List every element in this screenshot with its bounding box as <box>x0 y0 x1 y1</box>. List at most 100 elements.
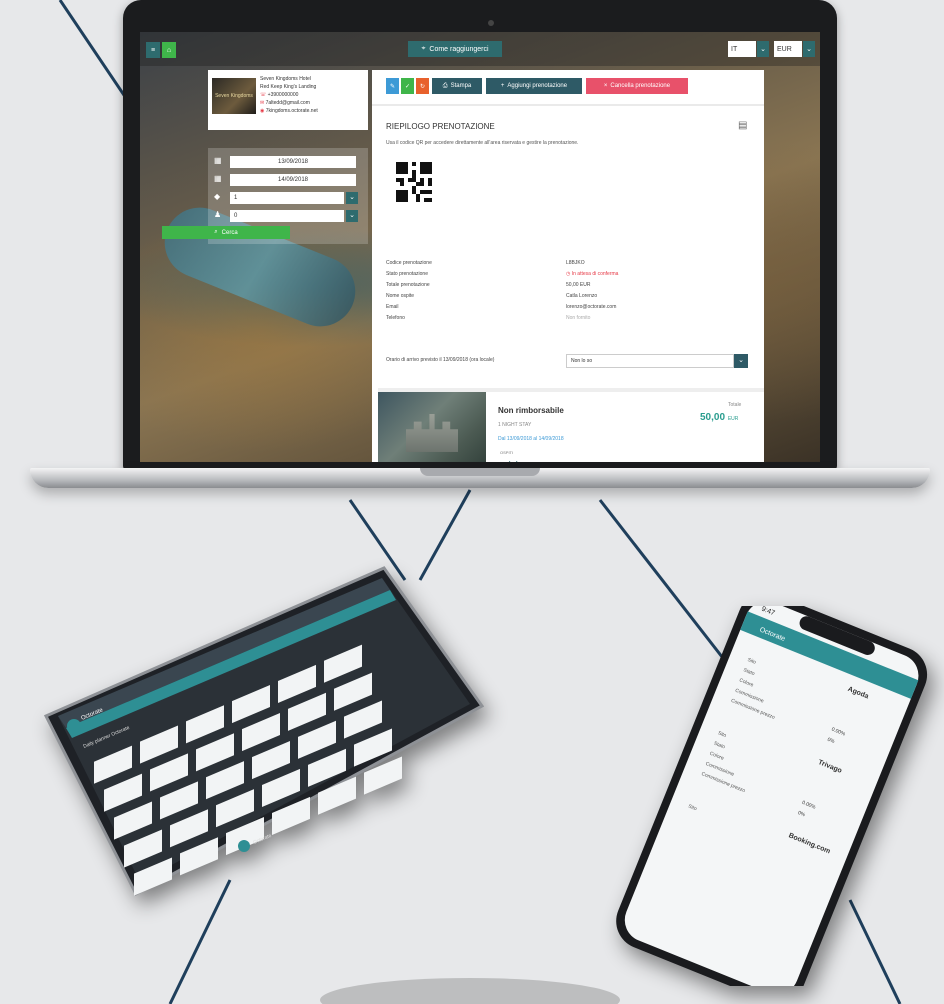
hotel-address: Red Keep King's Landing <box>260 84 317 90</box>
room-guests-label: OSPITI <box>500 450 514 455</box>
summary-field-label: Nome ospite <box>386 293 415 299</box>
hotel-website-text: 7kingdoms.octorate.net <box>265 108 318 114</box>
confirm-button[interactable]: ✓ <box>401 78 414 94</box>
room-card: Non rimborsabile 1 NIGHT STAY Dal 13/09/… <box>378 388 764 462</box>
summary-field-value: lorenzo@octorate.com <box>566 304 617 310</box>
arrival-dropdown-button[interactable]: ⌄ <box>734 354 748 368</box>
menu-icon: ≡ <box>150 46 156 54</box>
chevron-down-icon: ⌄ <box>349 194 355 201</box>
refresh-button[interactable]: ↻ <box>416 78 429 94</box>
add-booking-label: Aggiungi prenotazione <box>507 83 568 89</box>
home-icon: ⌂ <box>166 46 172 54</box>
currency-value: EUR <box>777 45 792 53</box>
chevron-down-icon: ⌄ <box>738 357 744 364</box>
chevron-down-icon: ⌄ <box>806 46 812 53</box>
print-button[interactable]: ⎙ Stampa <box>432 78 482 94</box>
laptop-camera <box>488 20 494 26</box>
menu-button[interactable]: ≡ <box>146 42 160 58</box>
guests-dropdown-button[interactable]: ⌄ <box>346 210 358 222</box>
hotel-phone-text: +3900000000 <box>267 92 299 98</box>
summary-field-label: Codice prenotazione <box>386 260 432 266</box>
tablet-logo <box>67 719 81 733</box>
checkin-field[interactable]: 13/09/2018 <box>230 156 356 168</box>
rooms-dropdown-button[interactable]: ⌄ <box>346 192 358 204</box>
summary-field-value: Non fornito <box>566 315 591 321</box>
guests-icon: ♟♟ <box>506 460 520 462</box>
person-icon: ♟ <box>214 210 222 219</box>
qr-code <box>396 162 432 202</box>
room-icon: ◆ <box>214 192 221 201</box>
edit-button[interactable]: ✎ <box>386 78 399 94</box>
language-select[interactable]: IT <box>728 41 756 57</box>
summary-field-label: Telefono <box>386 315 405 321</box>
phone-device: 9:47 Octorate Agoda Sito Stato Colore Commis… <box>602 592 932 1004</box>
plus-icon: + <box>500 83 505 89</box>
summary-field-value: ◷ In attesa di conferma <box>566 271 619 277</box>
hotel-website[interactable]: ◉ 7kingdoms.octorate.net <box>260 108 318 114</box>
laptop-notch <box>420 468 540 476</box>
summary-field-label: Totale prenotazione <box>386 282 430 288</box>
checkout-field[interactable]: 14/09/2018 <box>230 174 356 186</box>
summary-field-value: 50,00 EUR <box>566 282 591 288</box>
search-button-label: Cerca <box>221 229 238 236</box>
chevron-down-icon: ⌄ <box>760 46 766 53</box>
divider <box>372 104 764 106</box>
refresh-icon: ↻ <box>419 83 426 90</box>
castle-illustration <box>406 414 458 452</box>
home-button[interactable]: ⌂ <box>162 42 176 58</box>
print-label: Stampa <box>450 83 472 89</box>
tablet-footer-logo <box>238 840 250 852</box>
room-dates-link[interactable]: Dal 13/09/2018 al 14/09/2018 <box>498 436 564 442</box>
chevron-down-icon: ⌄ <box>349 212 355 219</box>
calendar-icon: ▦ <box>214 156 222 165</box>
hotel-email-text: 7altedd@gmail.com <box>265 100 310 106</box>
summary-field-value: L8BJKO <box>566 260 585 266</box>
room-total-amount: 50,00 <box>700 412 726 423</box>
close-icon: × <box>603 83 608 89</box>
currency-select[interactable]: EUR <box>774 41 802 57</box>
currency-dropdown-button[interactable]: ⌄ <box>803 41 815 57</box>
room-image <box>378 392 486 462</box>
add-booking-button[interactable]: + Aggiungi prenotazione <box>486 78 582 94</box>
guests-select[interactable]: 0 <box>230 210 344 222</box>
tablet-device: Octorate Daily planner Octorate Octorate <box>44 566 484 976</box>
hotel-email[interactable]: ✉ 7altedd@gmail.com <box>260 100 310 106</box>
calendar-icon: ▦ <box>214 174 222 183</box>
hotel-phone[interactable]: ☏ +3900000000 <box>260 92 298 98</box>
summary-title: RIEPILOGO PRENOTAZIONE <box>386 122 495 131</box>
hotel-logo-text: Seven Kingdoms <box>215 93 253 99</box>
phone-svg: 9:47 Octorate AgodaSitoStatoColoreCommis… <box>616 592 928 1004</box>
room-nights: 1 NIGHT STAY <box>498 422 532 428</box>
hotel-name: Seven Kingdoms Hotel <box>260 76 311 82</box>
summary-field-label: Stato prenotazione <box>386 271 428 277</box>
hotel-info-card: Seven Kingdoms Seven Kingdoms Hotel Red … <box>208 70 368 130</box>
document-icon[interactable]: ▤ <box>738 120 747 131</box>
rooms-select[interactable]: 1 <box>230 192 344 204</box>
room-total-currency: EUR <box>727 416 739 422</box>
summary-description: Usa il codice QR per accedere direttamen… <box>386 140 579 146</box>
language-dropdown-button[interactable]: ⌄ <box>757 41 769 57</box>
search-icon: ⌕ <box>214 229 218 235</box>
room-rate-name: Non rimborsabile <box>498 406 564 415</box>
cancel-booking-label: Cancella prenotazione <box>610 83 671 89</box>
room-total-value: 50,00 EUR <box>700 412 738 423</box>
print-icon: ⎙ <box>442 82 448 89</box>
tablet-svg: Octorate Daily planner Octorate Octorate <box>44 566 484 897</box>
cancel-booking-button[interactable]: × Cancella prenotazione <box>586 78 688 94</box>
language-value: IT <box>731 45 738 53</box>
how-to-reach-button[interactable]: ⌖ Come raggiungerci <box>408 41 502 57</box>
map-pin-icon: ⌖ <box>421 45 426 52</box>
search-button[interactable]: ⌕ Cerca <box>162 226 290 239</box>
laptop-screen: ≡ ⌂ ⌖ Come raggiungerci IT ⌄ EUR ⌄ Seven… <box>140 32 820 462</box>
arrival-time-select[interactable]: Non lo so <box>566 354 734 368</box>
arrival-label: Orario di arrivo previsto il 13/09/2018 … <box>386 357 495 363</box>
check-icon: ✓ <box>404 83 411 90</box>
booking-summary-panel: ✎ ✓ ↻ ⎙ Stampa + Aggiungi prenotazione ×… <box>372 70 764 462</box>
summary-field-value: Catla Lorenzo <box>566 293 598 299</box>
hotel-logo: Seven Kingdoms <box>212 78 256 114</box>
phone-icon: ☏ <box>260 92 268 98</box>
how-to-reach-label: Come raggiungerci <box>429 45 489 53</box>
edit-icon: ✎ <box>389 83 396 90</box>
summary-field-label: Email <box>386 304 399 310</box>
room-total-label: Totale <box>728 402 742 408</box>
